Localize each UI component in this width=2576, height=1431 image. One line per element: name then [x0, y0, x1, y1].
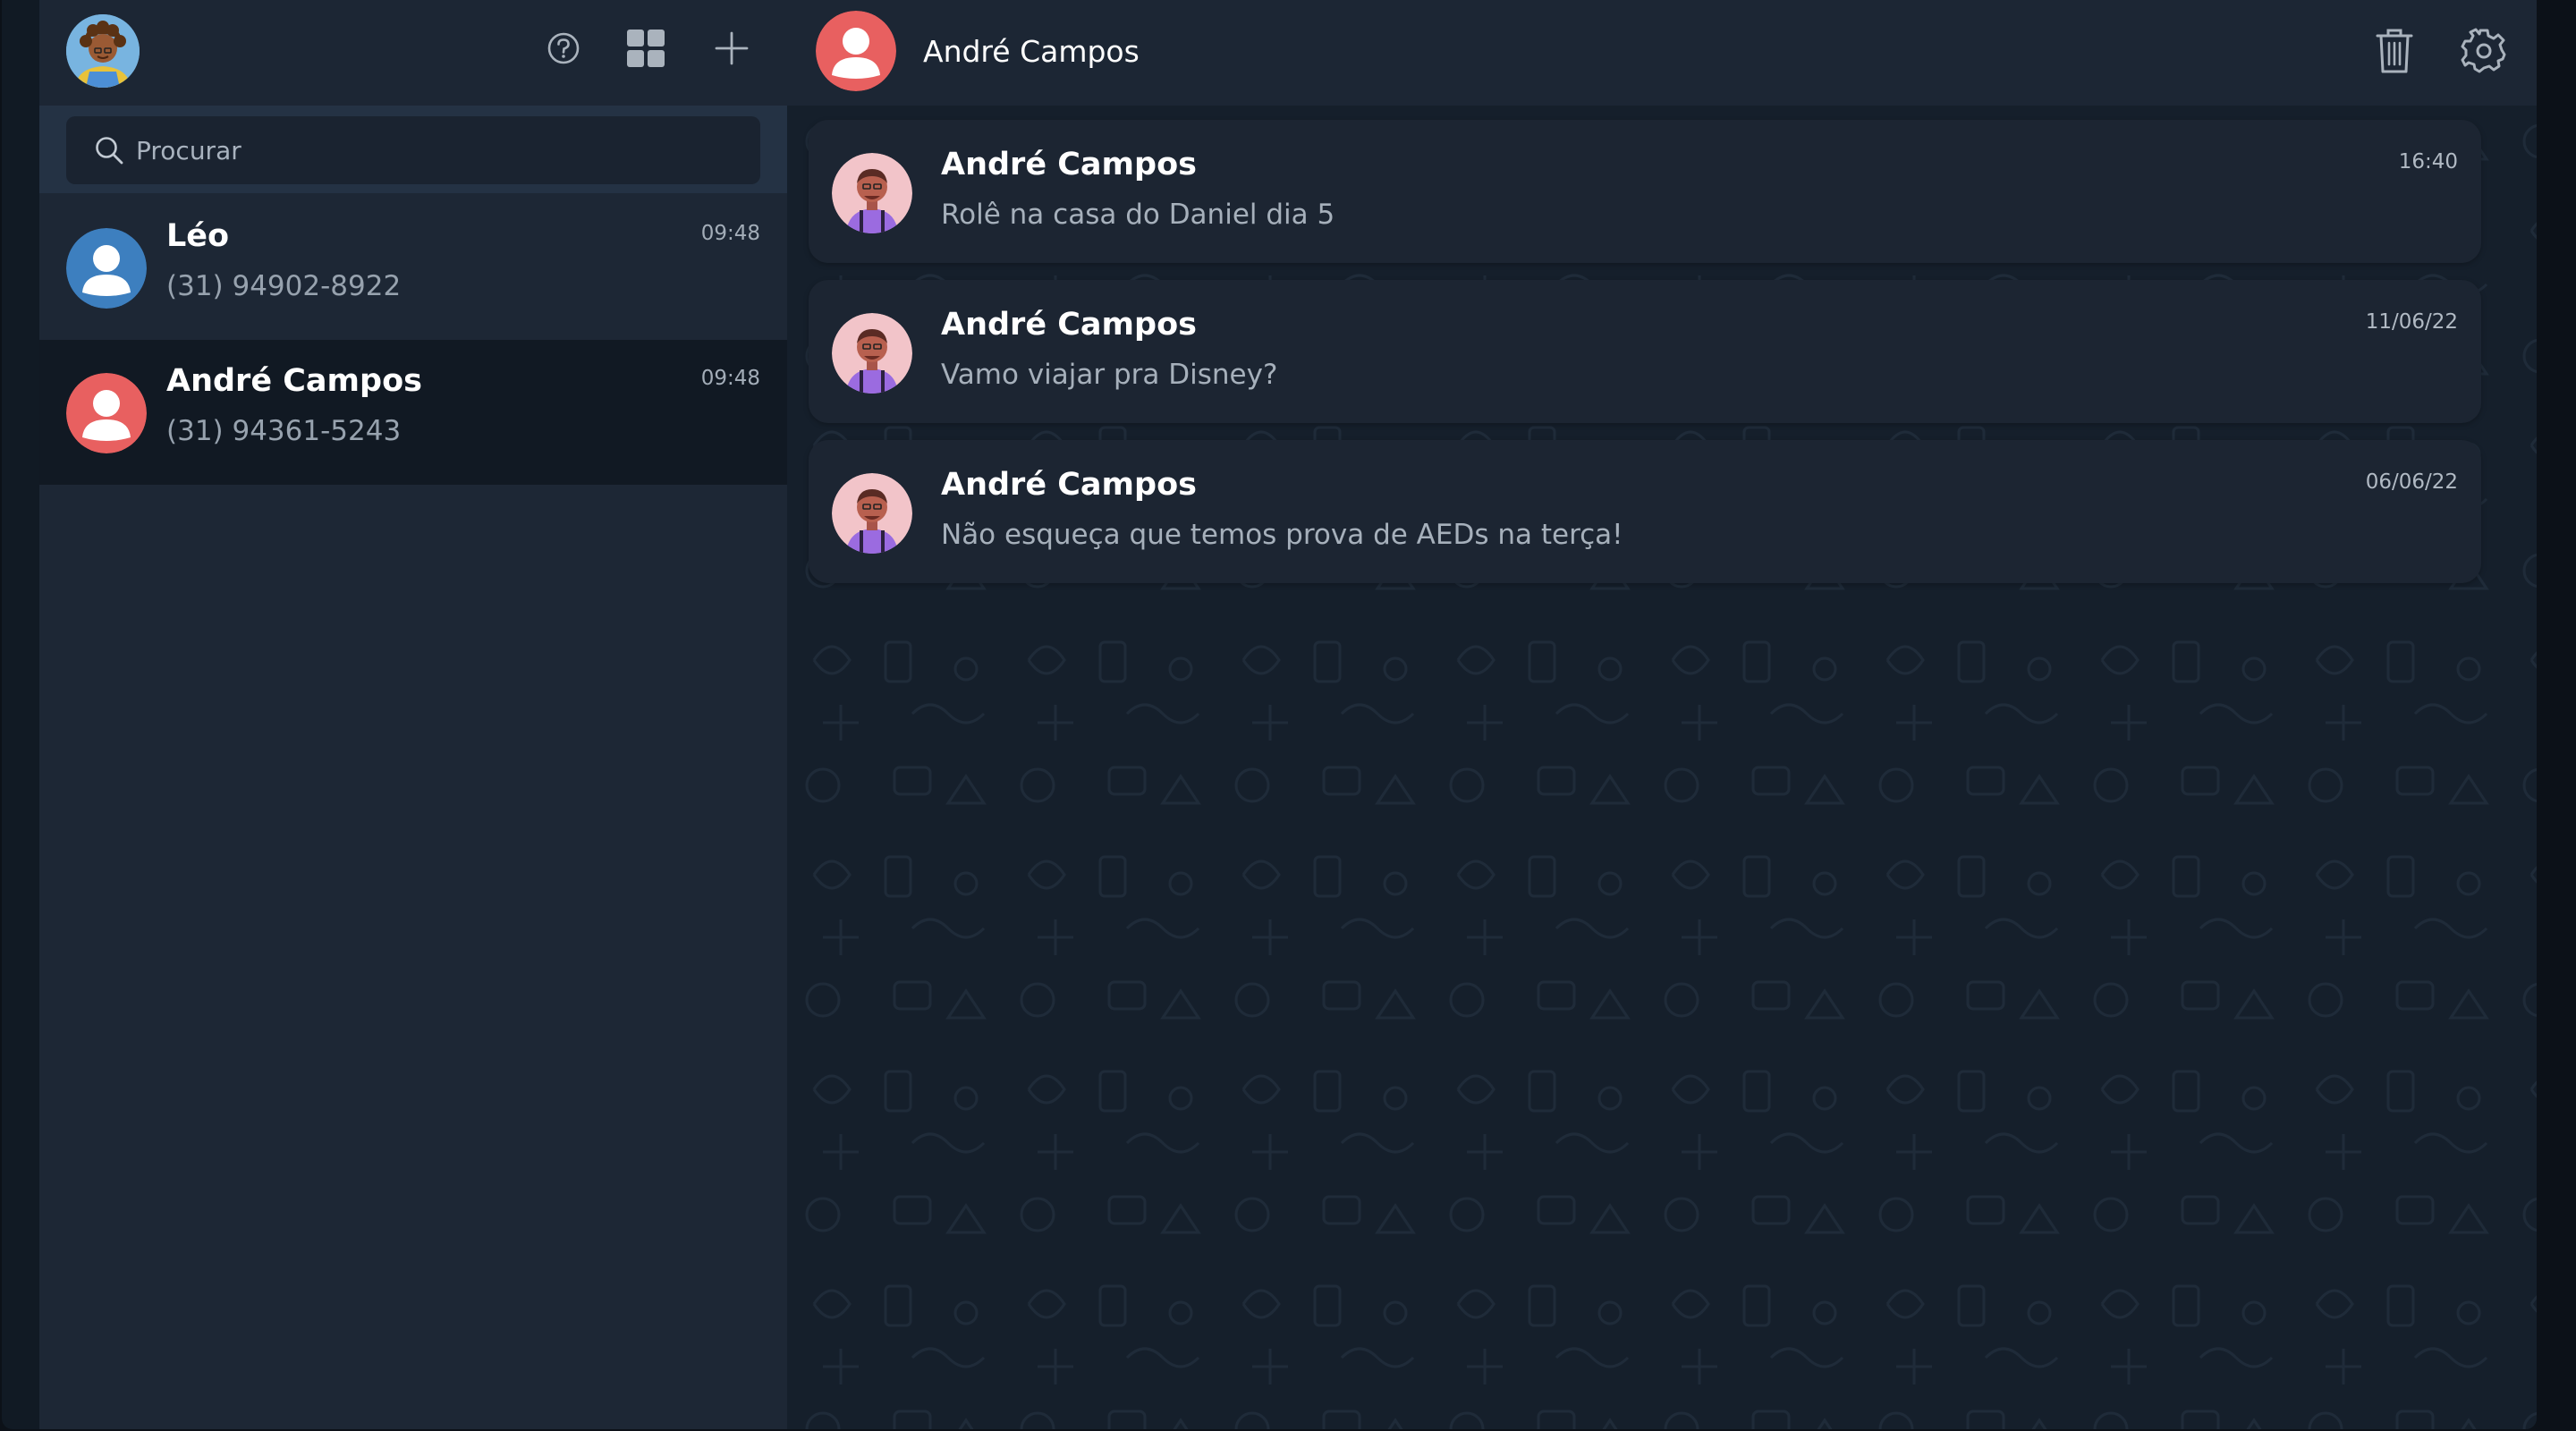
message-sender: André Campos	[941, 147, 1197, 182]
trash-icon[interactable]	[2368, 25, 2420, 77]
search-icon	[93, 134, 125, 166]
message-text: Rolê na casa do Daniel dia 5	[941, 199, 1335, 231]
contact-phone: (31) 94902-8922	[166, 270, 402, 302]
user-icon[interactable]	[816, 11, 896, 91]
search-input[interactable]	[136, 116, 744, 184]
search-box	[66, 116, 760, 184]
message-time: 11/06/22	[2365, 310, 2458, 334]
message-sender: André Campos	[941, 307, 1197, 343]
contact-time: 09:48	[700, 222, 760, 245]
chat-panel: André Campos André Campos Rolê na casa d…	[787, 0, 2537, 1429]
sender-avatar	[832, 153, 912, 233]
sidebar-header	[39, 0, 787, 106]
chat-title: André Campos	[923, 34, 1140, 69]
search-bar	[39, 106, 787, 193]
message-sender: André Campos	[941, 467, 1197, 503]
message-text: Vamo viajar pra Disney?	[941, 359, 1278, 391]
sender-avatar	[832, 473, 912, 554]
grid-icon[interactable]	[623, 25, 669, 72]
chat-header: André Campos	[787, 0, 2537, 106]
user-icon	[66, 373, 147, 453]
message-card[interactable]: André Campos Vamo viajar pra Disney? 11/…	[809, 280, 2481, 423]
message-card[interactable]: André Campos Não esqueça que temos prova…	[809, 440, 2481, 583]
app-window: Léo (31) 94902-8922 09:48 André Campos (…	[2, 0, 2537, 1429]
contact-name: André Campos	[166, 363, 422, 399]
gear-icon[interactable]	[2458, 25, 2510, 77]
profile-avatar[interactable]	[66, 14, 140, 88]
user-icon	[66, 228, 147, 309]
message-card[interactable]: André Campos Rolê na casa do Daniel dia …	[809, 120, 2481, 263]
message-text: Não esqueça que temos prova de AEDs na t…	[941, 519, 1623, 551]
contact-phone: (31) 94361-5243	[166, 415, 402, 447]
message-time: 06/06/22	[2365, 470, 2458, 494]
contact-time: 09:48	[700, 367, 760, 390]
sidebar: Léo (31) 94902-8922 09:48 André Campos (…	[39, 0, 787, 1429]
plus-icon[interactable]	[708, 25, 755, 72]
contact-item-leo[interactable]: Léo (31) 94902-8922 09:48	[39, 195, 787, 340]
message-time: 16:40	[2398, 150, 2458, 174]
contact-name: Léo	[166, 218, 230, 254]
contact-item-andre-campos[interactable]: André Campos (31) 94361-5243 09:48	[39, 340, 787, 485]
sender-avatar	[832, 313, 912, 394]
help-icon[interactable]	[540, 25, 587, 72]
